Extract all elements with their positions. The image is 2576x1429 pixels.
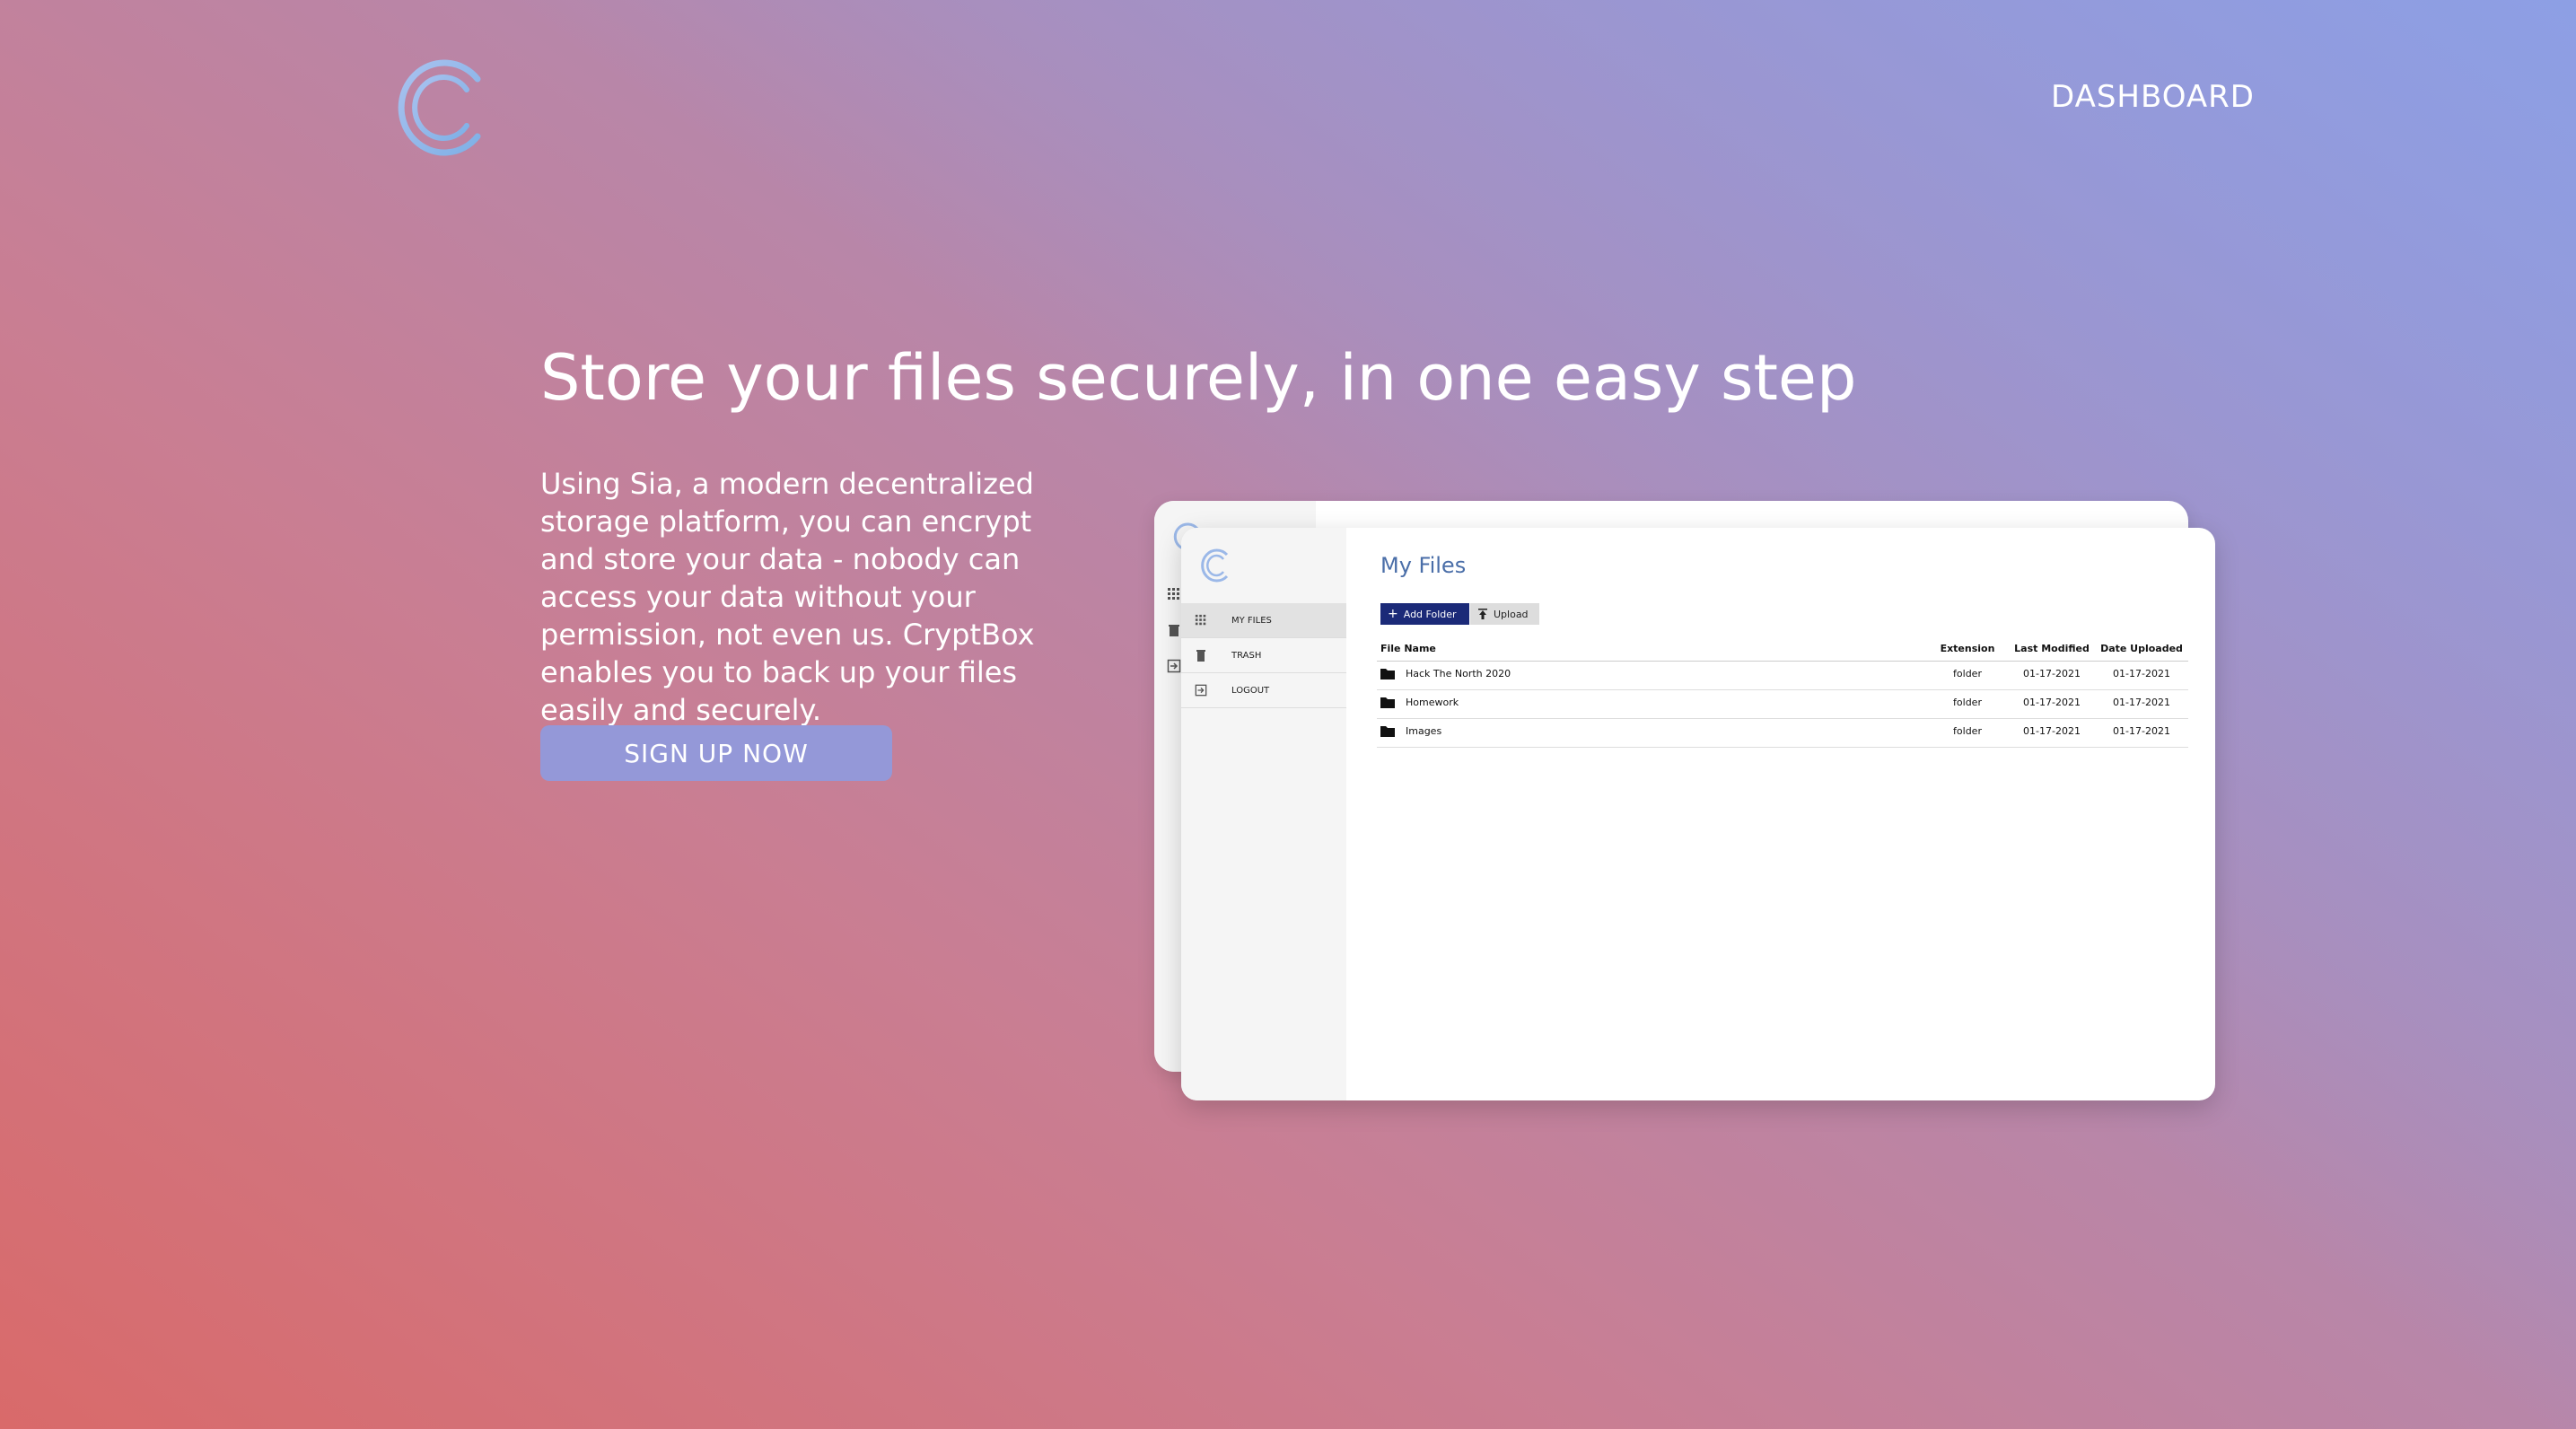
preview-logo-icon — [1201, 548, 1229, 583]
page-title: My Files — [1380, 553, 1467, 578]
sidebar-divider — [1181, 707, 1346, 708]
upload-label: Upload — [1494, 608, 1529, 620]
file-name-cell: Images — [1380, 725, 1441, 737]
sign-up-button[interactable]: SIGN UP NOW — [540, 725, 892, 781]
grid-icon — [1192, 611, 1210, 629]
table-row[interactable]: Homework folder 01-17-2021 01-17-2021 — [1377, 690, 2188, 719]
folder-icon — [1380, 726, 1395, 737]
add-folder-label: Add Folder — [1403, 608, 1457, 620]
extension-cell: folder — [1953, 697, 1982, 708]
extension-cell: folder — [1953, 725, 1982, 737]
date-uploaded-cell: 01-17-2021 — [2113, 697, 2170, 708]
column-header-date-uploaded[interactable]: Date Uploaded — [2095, 643, 2188, 654]
sidebar-item-label: TRASH — [1231, 650, 1262, 661]
upload-icon — [1478, 609, 1487, 619]
logout-icon — [1167, 659, 1181, 673]
upload-button[interactable]: Upload — [1470, 603, 1539, 625]
hero-description: Using Sia, a modern decentralized storag… — [540, 467, 1035, 727]
folder-icon — [1380, 669, 1395, 679]
last-modified-cell: 01-17-2021 — [2023, 697, 2081, 708]
sidebar-item-my-files[interactable]: MY FILES — [1181, 603, 1346, 637]
trash-icon — [1169, 625, 1179, 636]
cryptbox-logo-icon — [398, 59, 481, 156]
trash-icon — [1192, 646, 1210, 664]
last-modified-cell: 01-17-2021 — [2023, 668, 2081, 679]
file-name: Images — [1406, 725, 1442, 737]
add-folder-button[interactable]: + Add Folder — [1380, 603, 1469, 625]
sidebar-item-trash[interactable]: TRASH — [1181, 638, 1346, 672]
table-row[interactable]: Hack The North 2020 folder 01-17-2021 01… — [1377, 662, 2188, 690]
plus-icon: + — [1388, 607, 1398, 621]
preview-sidebar: MY FILES TRASH LOGOUT — [1181, 528, 1346, 1100]
logout-icon — [1192, 681, 1210, 699]
table-header: File Name Extension Last Modified Date U… — [1377, 639, 2188, 662]
folder-icon — [1380, 697, 1395, 708]
file-name-cell: Homework — [1380, 697, 1459, 708]
sidebar-item-label: LOGOUT — [1231, 685, 1270, 696]
file-name-cell: Hack The North 2020 — [1380, 668, 1511, 679]
date-uploaded-cell: 01-17-2021 — [2113, 725, 2170, 737]
table-row[interactable]: Images folder 01-17-2021 01-17-2021 — [1377, 719, 2188, 748]
grid-icon — [1168, 588, 1179, 600]
preview-app-window: MY FILES TRASH LOGOUT My Files + Add Fol… — [1181, 528, 2215, 1100]
sidebar-item-label: MY FILES — [1231, 615, 1272, 626]
last-modified-cell: 01-17-2021 — [2023, 725, 2081, 737]
hero-title: Store your files securely, in one easy s… — [540, 341, 1857, 415]
column-header-file-name[interactable]: File Name — [1380, 643, 1436, 654]
sidebar-item-logout[interactable]: LOGOUT — [1181, 673, 1346, 707]
date-uploaded-cell: 01-17-2021 — [2113, 668, 2170, 679]
column-header-last-modified[interactable]: Last Modified — [2005, 643, 2098, 654]
extension-cell: folder — [1953, 668, 1982, 679]
column-header-extension[interactable]: Extension — [1926, 643, 2009, 654]
file-name: Hack The North 2020 — [1406, 668, 1511, 679]
file-name: Homework — [1406, 697, 1459, 708]
files-table: File Name Extension Last Modified Date U… — [1377, 639, 2188, 748]
dashboard-link[interactable]: DASHBOARD — [2051, 79, 2255, 115]
